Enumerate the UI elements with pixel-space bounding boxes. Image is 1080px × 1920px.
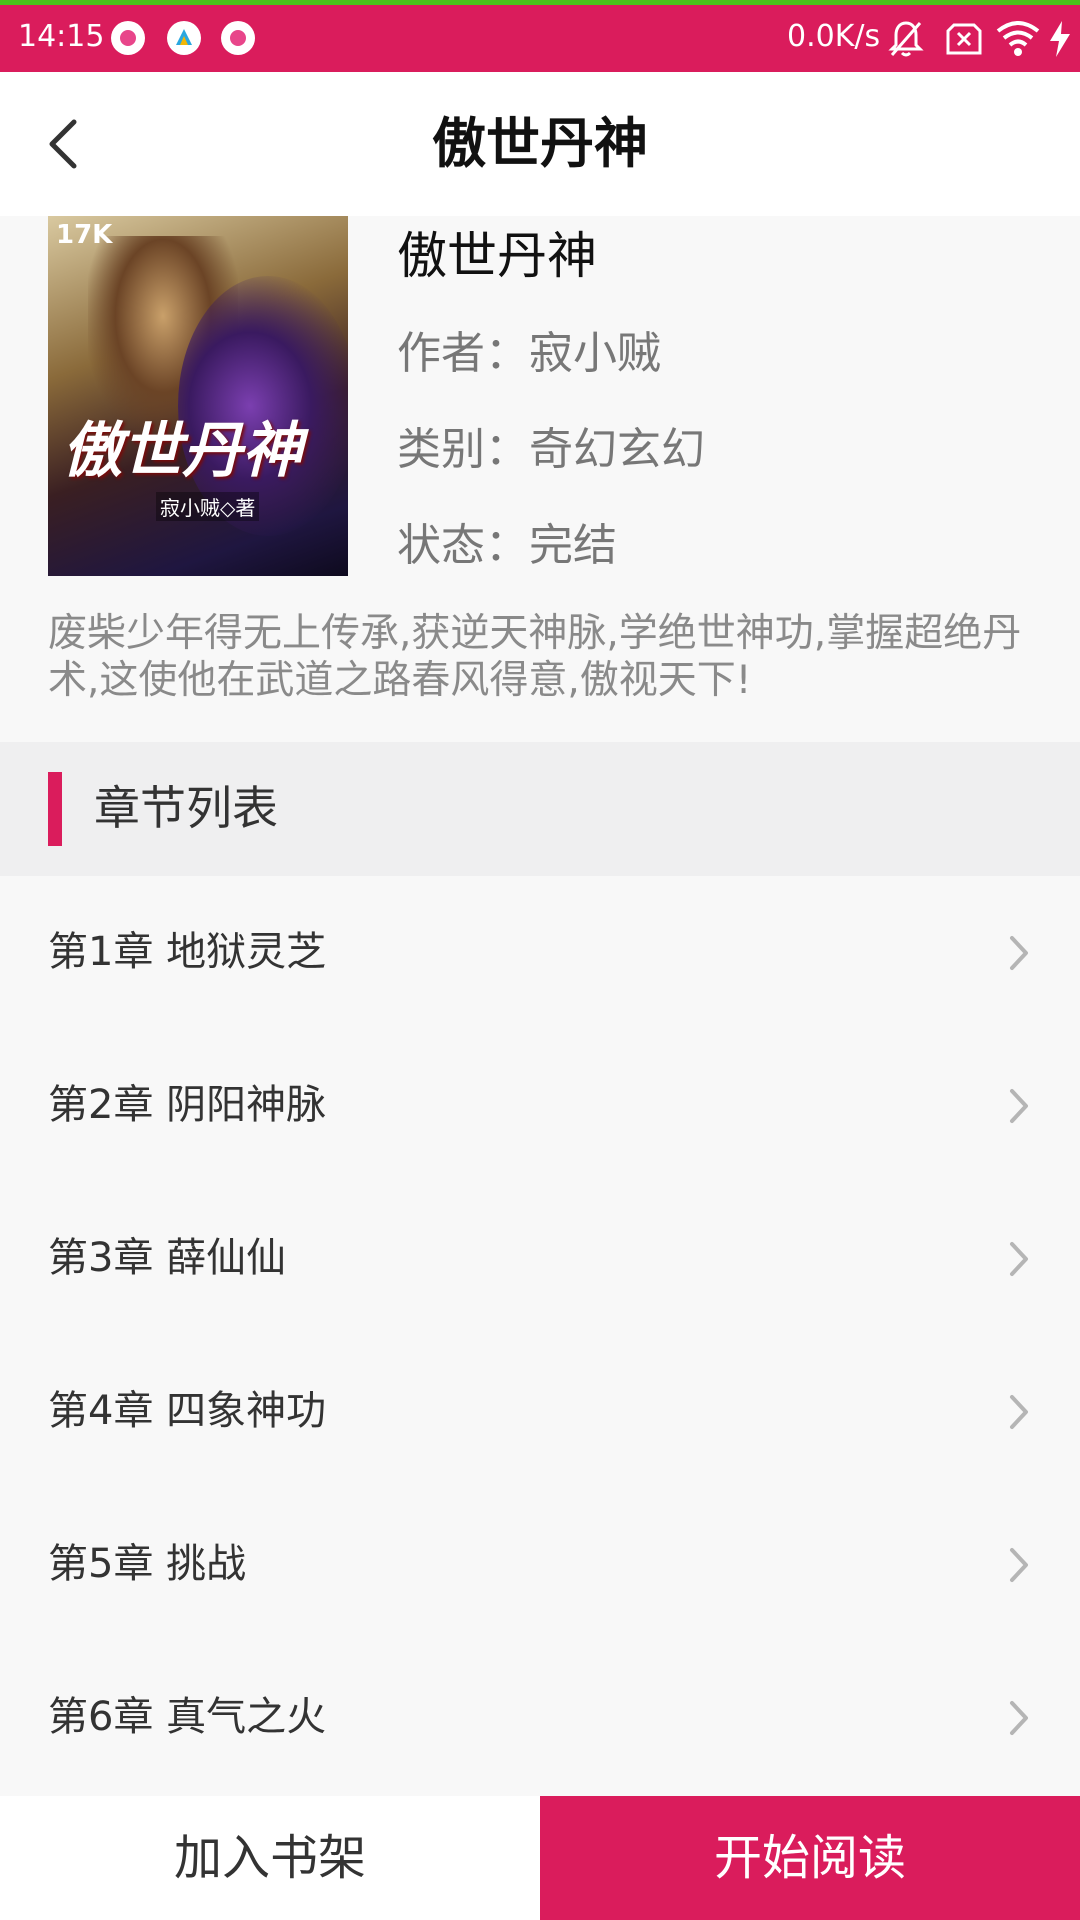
author-label: 作者：: [397, 328, 529, 379]
start-reading-button[interactable]: 开始阅读: [540, 1796, 1080, 1920]
bottom-action-bar: 加入书架 开始阅读: [0, 1796, 1080, 1920]
chapter-item[interactable]: 第6章 真气之火: [0, 1641, 1080, 1794]
category-label: 类别：: [397, 424, 529, 475]
bell-off-icon: [888, 21, 924, 57]
category-value: 奇幻玄幻: [529, 424, 705, 475]
chapter-title: 第4章 四象神功: [48, 1388, 327, 1434]
status-label: 状态：: [397, 520, 529, 571]
book-name: 傲世丹神: [397, 227, 597, 285]
wifi-icon: [996, 21, 1040, 56]
section-accent-bar: [48, 772, 62, 846]
chapter-item[interactable]: 第5章 挑战: [0, 1488, 1080, 1641]
chevron-right-icon: [1010, 936, 1028, 970]
charging-icon: [1050, 21, 1070, 57]
chapter-title: 第3章 薛仙仙: [48, 1235, 287, 1281]
chevron-right-icon: [1010, 1548, 1028, 1582]
network-speed: 0.0K/s: [787, 19, 881, 54]
status-bar: 14:15 0.0K/s: [0, 5, 1080, 72]
status-time: 14:15: [18, 19, 105, 54]
chapter-list-header: 章节列表: [0, 742, 1080, 876]
author-value: 寂小贼: [529, 328, 661, 379]
status-value: 完结: [529, 520, 617, 571]
cover-brand: 17K: [56, 220, 113, 250]
app-notification-icon: [167, 21, 201, 55]
chapter-list: 第1章 地狱灵芝 第2章 阴阳神脉 第3章 薛仙仙 第4章 四象神功 第5章 挑…: [0, 876, 1080, 1796]
book-status: 状态：完结: [397, 518, 617, 574]
sim-x-icon: [946, 23, 982, 55]
chevron-right-icon: [1010, 1089, 1028, 1123]
book-info: 17K 傲世丹神 寂小贼◇著 傲世丹神 作者：寂小贼 类别：奇幻玄幻 状态：完结…: [0, 216, 1080, 742]
book-detail-screen: 14:15 0.0K/s 傲世丹神 17K 傲世丹神 寂小贼◇著 傲世丹神 作者…: [0, 0, 1080, 1920]
chevron-right-icon: [1010, 1701, 1028, 1735]
book-cover[interactable]: 17K 傲世丹神 寂小贼◇著: [48, 216, 348, 576]
chapter-item[interactable]: 第4章 四象神功: [0, 1335, 1080, 1488]
chapter-title: 第2章 阴阳神脉: [48, 1082, 327, 1128]
chapter-item[interactable]: 第3章 薛仙仙: [0, 1182, 1080, 1335]
app-notification-icon: [111, 21, 145, 55]
book-description: 废柴少年得无上传承,获逆天神脉,学绝世神功,掌握超绝丹术,这使他在武道之路春风得…: [48, 611, 1022, 703]
chapter-list-title: 章节列表: [94, 781, 278, 835]
chapter-item[interactable]: 第2章 阴阳神脉: [0, 1029, 1080, 1182]
app-notification-icon: [221, 21, 255, 55]
cover-title: 傲世丹神: [62, 416, 302, 486]
title-bar: 傲世丹神: [0, 72, 1080, 216]
chapter-item[interactable]: 第1章 地狱灵芝: [0, 876, 1080, 1029]
chapter-title: 第6章 真气之火: [48, 1694, 327, 1740]
add-to-shelf-button[interactable]: 加入书架: [0, 1796, 540, 1920]
chevron-right-icon: [1010, 1395, 1028, 1429]
book-category: 类别：奇幻玄幻: [397, 422, 705, 478]
page-title: 傲世丹神: [432, 112, 648, 175]
cover-author: 寂小贼◇著: [156, 492, 260, 521]
chapter-title: 第1章 地狱灵芝: [48, 929, 327, 975]
book-author: 作者：寂小贼: [397, 326, 661, 382]
chapter-title: 第5章 挑战: [48, 1541, 247, 1587]
chevron-right-icon: [1010, 1242, 1028, 1276]
